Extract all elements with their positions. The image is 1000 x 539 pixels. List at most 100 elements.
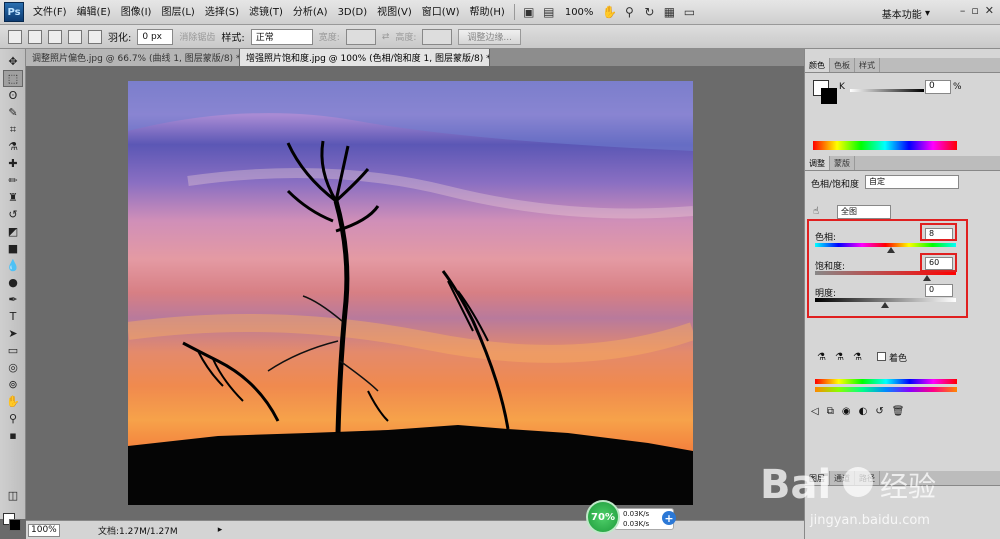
eraser-tool-icon[interactable]: ◩ bbox=[3, 223, 23, 240]
chevron-down-icon: ▾ bbox=[921, 8, 930, 19]
tab-adjustments[interactable]: 调整 bbox=[805, 156, 830, 170]
tab-color[interactable]: 颜色 bbox=[805, 58, 830, 72]
shape-tool-icon[interactable]: ▭ bbox=[3, 342, 23, 359]
intersect-selection-icon[interactable] bbox=[88, 29, 102, 44]
pen-tool-icon[interactable]: ✒ bbox=[3, 291, 23, 308]
reset-icon[interactable]: ↺ bbox=[875, 406, 883, 417]
workspace-switcher[interactable]: 基本功能 ▾ bbox=[882, 6, 930, 21]
tab-masks[interactable]: 蒙版 bbox=[830, 156, 855, 170]
speed-percent[interactable]: 70% bbox=[586, 500, 620, 534]
refine-edge-button[interactable]: 调整边缘... bbox=[458, 28, 521, 45]
history-brush-icon[interactable]: ↺ bbox=[3, 206, 23, 223]
subtract-selection-icon[interactable] bbox=[68, 29, 82, 44]
menu-view[interactable]: 视图(V) bbox=[372, 0, 417, 25]
3d-orbit-icon[interactable]: ⊚ bbox=[3, 376, 23, 393]
hue-spectrum-bottom bbox=[815, 387, 957, 392]
gradient-tool-icon[interactable]: ■ bbox=[3, 240, 23, 257]
menu-edit[interactable]: 编辑(E) bbox=[72, 0, 116, 25]
plus-icon[interactable]: + bbox=[662, 511, 676, 525]
eyedropper-tool-icon[interactable]: ⚗ bbox=[3, 138, 23, 155]
width-input[interactable] bbox=[345, 28, 376, 45]
menu-analysis[interactable]: 分析(A) bbox=[288, 0, 333, 25]
hue-spectrum-top bbox=[815, 379, 957, 384]
swap-icon[interactable]: ⇄ bbox=[382, 32, 390, 42]
marquee-preset-icon[interactable] bbox=[8, 29, 22, 44]
colorize-checkbox[interactable] bbox=[877, 352, 886, 361]
hand-adjust-icon[interactable]: ☝ bbox=[813, 206, 819, 217]
return-icon[interactable]: ◁ bbox=[811, 406, 819, 417]
range-select[interactable]: 全图 bbox=[837, 205, 891, 219]
path-select-icon[interactable]: ➤ bbox=[3, 325, 23, 342]
screen-mode-icon[interactable]: ▤ bbox=[539, 3, 559, 21]
visibility-icon[interactable]: ◉ bbox=[842, 406, 851, 417]
dodge-tool-icon[interactable]: ● bbox=[3, 274, 23, 291]
preset-select[interactable]: 自定 bbox=[865, 175, 959, 189]
k-slider[interactable] bbox=[850, 89, 924, 92]
healing-brush-icon[interactable]: ✚ bbox=[3, 155, 23, 172]
menu-image[interactable]: 图像(I) bbox=[116, 0, 157, 25]
menu-file[interactable]: 文件(F) bbox=[28, 0, 72, 25]
hand-tool-icon[interactable]: ✋ bbox=[599, 3, 619, 21]
color-spectrum-bar[interactable] bbox=[813, 141, 957, 150]
tab-swatches[interactable]: 色板 bbox=[830, 58, 855, 72]
height-input[interactable] bbox=[422, 28, 453, 45]
eyedropper-minus-icon[interactable]: ⚗ bbox=[853, 352, 862, 363]
quick-mask-icon[interactable]: ◫ bbox=[3, 487, 23, 504]
menu-select[interactable]: 选择(S) bbox=[200, 0, 244, 25]
3d-rotate-icon[interactable]: ◎ bbox=[3, 359, 23, 376]
tab-paths[interactable]: 路径 bbox=[855, 471, 880, 485]
new-selection-icon[interactable] bbox=[28, 29, 42, 44]
canvas-area[interactable] bbox=[26, 66, 804, 520]
feather-input[interactable]: 0 px bbox=[137, 28, 174, 45]
blur-tool-icon[interactable]: 💧 bbox=[3, 257, 23, 274]
color-bg-swatch[interactable] bbox=[821, 88, 837, 104]
move-tool-icon[interactable]: ✥ bbox=[3, 53, 23, 70]
style-select[interactable]: 正常 bbox=[250, 28, 313, 45]
status-zoom-input[interactable]: 100% bbox=[28, 523, 60, 537]
zoom-tool-icon[interactable]: ⚲ bbox=[619, 3, 639, 21]
document-image[interactable] bbox=[128, 81, 693, 505]
screen-mode-icon-2[interactable]: ▭ bbox=[679, 3, 699, 21]
hand-tool-icon-2[interactable]: ✋ bbox=[3, 393, 23, 410]
zoom-tool-icon-2[interactable]: ⚲ bbox=[3, 410, 23, 427]
tab-layers[interactable]: 图层 bbox=[805, 471, 830, 485]
eyedropper-plus-icon[interactable]: ⚗ bbox=[835, 352, 844, 363]
minimize-icon[interactable]: – bbox=[960, 4, 966, 17]
menu-filter[interactable]: 滤镜(T) bbox=[244, 0, 288, 25]
rotate-view-icon[interactable]: ↻ bbox=[639, 3, 659, 21]
crop-tool-icon[interactable]: ⌗ bbox=[3, 121, 23, 138]
tab-document-1[interactable]: 调整照片偏色.jpg @ 66.7% (曲线 1, 图层蒙版/8) *× bbox=[26, 49, 240, 66]
eyedropper-icon[interactable]: ⚗ bbox=[817, 352, 826, 363]
menu-3d[interactable]: 3D(D) bbox=[333, 0, 373, 25]
zoom-level[interactable]: 100% bbox=[559, 7, 600, 18]
colorize-label: 着色 bbox=[889, 354, 908, 364]
k-value-input[interactable]: 0 bbox=[925, 80, 951, 94]
tab-styles[interactable]: 样式 bbox=[855, 58, 880, 72]
document-size: 文档:1.27M/1.27M bbox=[98, 526, 178, 537]
add-selection-icon[interactable] bbox=[48, 29, 62, 44]
default-colors-icon[interactable]: ▪ bbox=[3, 427, 23, 444]
arrange-docs-icon[interactable]: ▦ bbox=[659, 3, 679, 21]
menu-window[interactable]: 窗口(W) bbox=[417, 0, 465, 25]
brush-tool-icon[interactable]: ✏ bbox=[3, 172, 23, 189]
previous-state-icon[interactable]: ◐ bbox=[859, 406, 868, 417]
clone-stamp-icon[interactable]: ♜ bbox=[3, 189, 23, 206]
tab-document-2[interactable]: 增强照片饱和度.jpg @ 100% (色相/饱和度 1, 图层蒙版/8) *× bbox=[240, 49, 490, 66]
close-icon[interactable]: ✕ bbox=[985, 4, 994, 17]
style-label: 样式: bbox=[221, 33, 245, 44]
menu-help[interactable]: 帮助(H) bbox=[465, 0, 510, 25]
status-arrow-icon[interactable]: ▸ bbox=[218, 525, 223, 535]
background-color[interactable] bbox=[9, 519, 21, 531]
maximize-icon[interactable]: ▫ bbox=[971, 4, 978, 17]
bridge-icon[interactable]: ▣ bbox=[519, 3, 539, 21]
quick-select-tool-icon[interactable]: ✎ bbox=[3, 104, 23, 121]
layer-clip-icon[interactable]: ⧉ bbox=[827, 406, 834, 417]
marquee-tool-icon[interactable]: ⬚ bbox=[3, 70, 23, 87]
photoshop-logo: Ps bbox=[4, 2, 24, 22]
menu-layer[interactable]: 图层(L) bbox=[156, 0, 199, 25]
delete-icon[interactable]: 🗑 bbox=[892, 406, 905, 417]
antialias-checkbox[interactable]: 消除锯齿 bbox=[179, 30, 215, 43]
tab-channels[interactable]: 通道 bbox=[830, 471, 855, 485]
type-tool-icon[interactable]: T bbox=[3, 308, 23, 325]
lasso-tool-icon[interactable]: ʘ bbox=[3, 87, 23, 104]
